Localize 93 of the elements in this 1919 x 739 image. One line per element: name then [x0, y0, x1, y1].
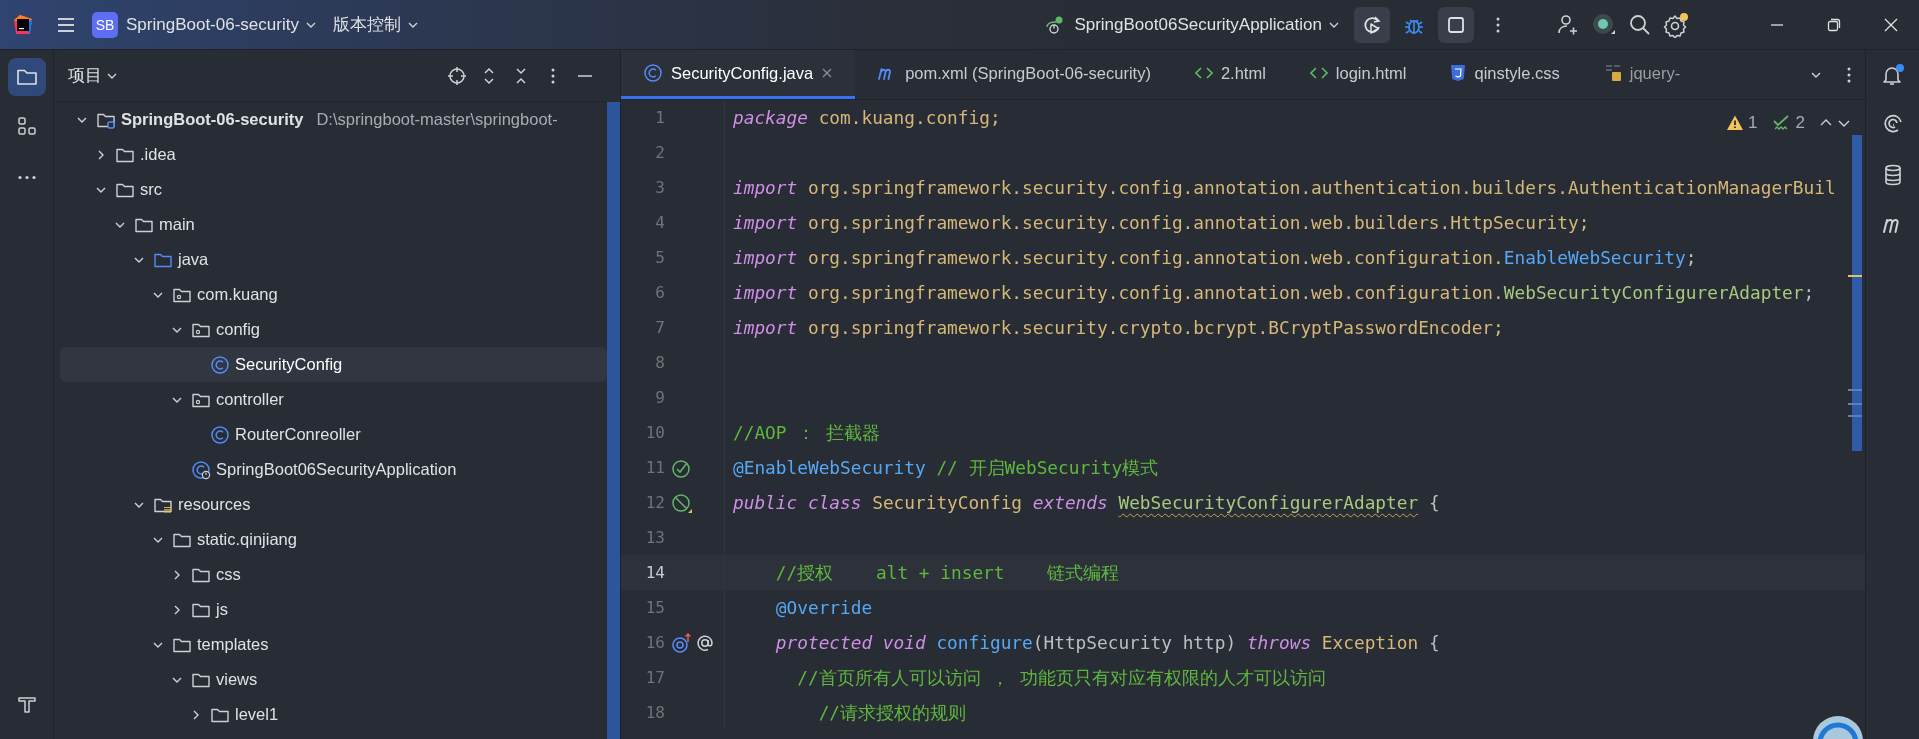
line-number: 3 [654, 178, 665, 197]
code-line: package com.kuang.config; [732, 107, 1001, 128]
more-icon [16, 174, 37, 180]
assistant-icon[interactable] [1811, 713, 1865, 739]
tree-item[interactable]: main [60, 207, 607, 242]
app-logo-icon [12, 13, 34, 36]
line-number: 9 [654, 388, 665, 407]
tree-item[interactable]: views [60, 662, 607, 697]
restore-icon [1826, 17, 1841, 32]
stop-button[interactable] [1438, 6, 1474, 43]
tree-item[interactable]: controller [60, 382, 607, 417]
code-line: import org.springframework.security.config.annotation.web.configuration.EnableWebSecurity; [732, 247, 1697, 268]
tree-item[interactable]: js [60, 592, 607, 627]
search-icon [1628, 12, 1652, 37]
warning-count[interactable]: 1 [1748, 113, 1758, 133]
editor-tab[interactable]: SecurityConfig.java [621, 50, 856, 99]
class-icon [643, 63, 663, 83]
tree-item[interactable]: src [60, 172, 607, 207]
tree-item[interactable]: RouterConreoller [60, 417, 607, 452]
tree-item[interactable]: java [60, 242, 607, 277]
class-icon [210, 354, 230, 375]
line-number: 11 [644, 458, 665, 477]
editor-tab[interactable]: pom.xml (SpringBoot-06-security) [855, 50, 1173, 99]
weak-warning-count[interactable]: 2 [1795, 113, 1805, 133]
editor-tab[interactable]: login.html [1287, 50, 1429, 99]
code-line: protected void configure(HttpSecurity http) throws Exception { [774, 632, 1440, 653]
code-line: //首页所有人可以访问 ， 功能页只有对应有权限的人才可以访问 [796, 665, 1327, 690]
code-line: @Override [774, 597, 873, 618]
line-number: 14 [644, 563, 665, 582]
line-number: 5 [654, 248, 665, 267]
project-tool-button[interactable] [7, 58, 46, 96]
minus-icon [578, 74, 592, 77]
scrollbar[interactable] [1848, 135, 1862, 451]
tree-item[interactable]: SpringBoot-06-security D:\springboot-master\springboot- [60, 102, 607, 137]
crosshair-icon [447, 65, 467, 86]
line-number: 7 [654, 318, 665, 337]
line-number: 10 [644, 423, 665, 442]
line-number: 8 [654, 353, 665, 372]
code-line: import org.springframework.security.crypto.bcrypt.BCryptPasswordEncoder; [732, 317, 1504, 338]
editor-tab[interactable]: qinstyle.css [1428, 50, 1582, 99]
warning-icon[interactable] [1726, 114, 1745, 132]
structure-icon [15, 116, 38, 138]
tree-item[interactable]: com.kuang [60, 277, 607, 312]
tree-item[interactable]: static.qinjiang [60, 522, 607, 557]
code-line: //AOP ： 拦截器 [732, 420, 880, 445]
line-number: 6 [654, 283, 665, 302]
bell-icon [1880, 63, 1905, 87]
tree-item[interactable]: SpringBoot06SecurityApplication [60, 452, 607, 487]
add-user-icon [1556, 12, 1580, 37]
project-selector[interactable]: SB SpringBoot-06-security [84, 6, 325, 43]
run-configuration-selector[interactable]: SpringBoot06SecurityApplication [1036, 6, 1348, 43]
project-view-selector[interactable]: 项目 [68, 59, 118, 92]
code-line: public class SecurityConfig extends WebSecurityConfigurerAdapter { [732, 492, 1440, 513]
line-number: 18 [644, 703, 665, 722]
class-icon [210, 424, 230, 445]
close-tab-icon[interactable] [821, 67, 834, 79]
bean-class-icon[interactable] [671, 491, 693, 514]
editor-tab[interactable]: 2.html [1172, 50, 1288, 99]
code-line: import org.springframework.security.config.annotation.web.configuration.WebSecurityConfigurerAdapter; [732, 282, 1815, 303]
tree-item[interactable]: level1 [60, 697, 607, 732]
close-icon [1883, 17, 1898, 32]
line-number: 12 [644, 493, 665, 512]
html-icon [1194, 66, 1213, 80]
line-number: 4 [654, 213, 665, 232]
tree-item[interactable]: config [60, 312, 607, 347]
tree-item[interactable]: SecurityConfig [60, 347, 607, 382]
css-icon [1450, 64, 1467, 82]
code-line: //授权 alt + insert 链式编程 [774, 560, 1120, 585]
code-line: import org.springframework.security.config.annotation.web.builders.HttpSecurity; [732, 212, 1590, 233]
line-number: 15 [644, 598, 665, 617]
app-class-icon [191, 459, 211, 480]
settings-icon [1663, 11, 1689, 38]
line-number: 17 [644, 668, 665, 687]
at-sign-icon[interactable] [695, 632, 715, 653]
tree-item[interactable]: resources [60, 487, 607, 522]
code-line: import org.springframework.security.config.annotation.authentication.builders.AuthenticationManagerBuil [732, 177, 1836, 198]
override-icon[interactable] [671, 631, 693, 654]
line-number: 16 [644, 633, 665, 652]
html-icon [1309, 66, 1328, 80]
tree-item[interactable]: css [60, 557, 607, 592]
js-file-icon [1603, 64, 1622, 82]
minimize-icon [1769, 23, 1784, 26]
rerun-button[interactable] [1354, 6, 1390, 43]
line-number: 2 [654, 143, 665, 162]
scrollbar[interactable] [607, 102, 620, 739]
vcs-menu[interactable]: 版本控制 [324, 6, 427, 43]
editor-tab[interactable]: jquery- [1581, 50, 1703, 99]
tree-item[interactable]: .idea [60, 137, 607, 172]
line-number: 13 [644, 528, 665, 547]
line-number: 1 [654, 108, 665, 127]
code-line: @EnableWebSecurity // 开启WebSecurity模式 [732, 455, 1159, 480]
code-line: //请求授权的规则 [817, 700, 967, 725]
tree-item[interactable]: templates [60, 627, 607, 662]
